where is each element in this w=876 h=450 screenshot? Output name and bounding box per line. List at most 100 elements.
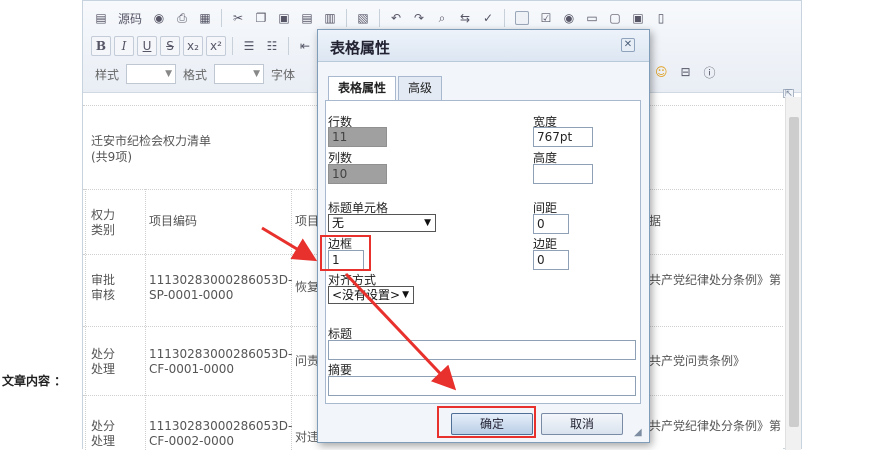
- height-input[interactable]: [533, 164, 593, 184]
- row-3-type: 处分 处理: [91, 419, 115, 449]
- table-title-line1: 迁安市纪检会权力清单: [91, 134, 212, 148]
- paste-icon[interactable]: ▣: [274, 8, 294, 28]
- width-input[interactable]: 767pt: [533, 127, 593, 147]
- row-2-code-line1: 11130283000286053D-: [149, 347, 293, 361]
- numbered-list-icon[interactable]: ☰: [239, 36, 259, 56]
- style-label: 样式: [95, 67, 120, 82]
- style-select[interactable]: ▼: [126, 64, 177, 84]
- annotation-highlight-border: [320, 235, 371, 271]
- strike-button[interactable]: S: [160, 36, 180, 56]
- scrollbar-thumb[interactable]: [789, 117, 799, 427]
- form-icon[interactable]: [511, 8, 533, 28]
- copy-icon[interactable]: ❐: [251, 8, 271, 28]
- cut-icon[interactable]: ✂: [228, 8, 248, 28]
- print-preview-icon[interactable]: ▧: [353, 8, 373, 28]
- header-type: 权力 类别: [91, 208, 115, 238]
- radio-icon[interactable]: ◉: [559, 8, 579, 28]
- smiley-icon[interactable]: ☺: [651, 62, 672, 82]
- italic-button[interactable]: I: [114, 36, 134, 56]
- textarea-icon[interactable]: ▢: [605, 8, 625, 28]
- subscript-button[interactable]: x₂: [183, 36, 203, 56]
- content-scrollbar[interactable]: [785, 97, 801, 450]
- superscript-button[interactable]: x²: [206, 36, 226, 56]
- page-break-icon[interactable]: ⊟: [676, 62, 696, 82]
- dialog-header[interactable]: 表格属性 ✕: [318, 30, 649, 62]
- hidden-field-icon[interactable]: ▯: [651, 8, 671, 28]
- paste-word-icon[interactable]: ▥: [320, 8, 340, 28]
- print-icon[interactable]: ⎙: [172, 8, 192, 28]
- row-3-code: 11130283000286053D- CF-0002-0000: [149, 419, 292, 449]
- table-border: [145, 189, 146, 450]
- article-content-label: 文章内容 ：: [2, 374, 67, 388]
- row-1-type: 审批 审核: [91, 273, 115, 303]
- dropdown-arrow-icon: ▼: [424, 218, 431, 228]
- header-cells-select[interactable]: 无 ▼: [328, 214, 436, 232]
- source-button[interactable]: 源码: [114, 8, 146, 28]
- row-2-type: 处分 处理: [91, 347, 115, 377]
- table-title: 迁安市纪检会权力清单 (共9项): [91, 133, 211, 165]
- row-1-type-line2: 审核: [91, 288, 116, 302]
- paste-text-icon[interactable]: ▤: [297, 8, 317, 28]
- toolbar-row-2: B I U S x₂ x² ☰ ☷ ⇤: [91, 34, 315, 58]
- toolbar-separator: [221, 9, 223, 27]
- rows-input[interactable]: 11: [328, 127, 387, 147]
- document-icon[interactable]: ▤: [91, 8, 111, 28]
- row-3-basis: 共产党纪律处分条例》第: [649, 419, 782, 433]
- outdent-icon[interactable]: ⇤: [295, 36, 315, 56]
- redo-icon[interactable]: ↷: [409, 8, 429, 28]
- toolbar-separator: [379, 9, 381, 27]
- caption-input[interactable]: [328, 340, 636, 360]
- toolbar-separator: [346, 9, 348, 27]
- header-name: 项目: [295, 214, 320, 228]
- toolbar-separator: [232, 37, 233, 55]
- row-3-type-line1: 处分: [91, 419, 116, 433]
- toolbar-separator: [504, 9, 506, 27]
- padding-input[interactable]: 0: [533, 250, 569, 270]
- header-type-line2: 类别: [91, 223, 116, 237]
- template-icon[interactable]: ▦: [195, 8, 215, 28]
- font-label: 字体: [271, 67, 296, 82]
- dialog-title: 表格属性: [330, 39, 391, 57]
- header-basis: 据: [649, 214, 662, 228]
- bold-button[interactable]: B: [91, 36, 111, 56]
- row-3-code-line1: 11130283000286053D-: [149, 419, 293, 433]
- resize-grip-icon[interactable]: ◢: [634, 427, 646, 439]
- row-2-basis: 共产党问责条例》: [649, 354, 746, 368]
- spellcheck-icon[interactable]: ✓: [478, 8, 498, 28]
- tab-advanced[interactable]: 高级: [398, 76, 443, 100]
- toolbar-separator: [288, 37, 289, 55]
- replace-icon[interactable]: ⇆: [455, 8, 475, 28]
- row-2-type-line2: 处理: [91, 362, 116, 376]
- close-icon[interactable]: ✕: [621, 38, 635, 52]
- format-select[interactable]: ▼: [214, 64, 265, 84]
- row-1-basis: 共产党纪律处分条例》第: [649, 273, 782, 287]
- textfield-icon[interactable]: ▭: [582, 8, 602, 28]
- undo-icon[interactable]: ↶: [386, 8, 406, 28]
- alignment-value: <没有设置>: [332, 288, 401, 302]
- row-2-name: 问责: [295, 354, 320, 368]
- alignment-select[interactable]: <没有设置> ▼: [328, 286, 414, 304]
- bulleted-list-icon[interactable]: ☷: [262, 36, 282, 56]
- toolbar-row-3: 样式 ▼ 格式 ▼ 字体: [91, 62, 299, 86]
- header-type-line1: 权力: [91, 208, 116, 222]
- spacing-input[interactable]: 0: [533, 214, 569, 234]
- about-icon[interactable]: ⓘ: [700, 62, 720, 82]
- row-2-code-line2: CF-0001-0000: [149, 362, 235, 376]
- preview-icon[interactable]: ◉: [149, 8, 169, 28]
- underline-button[interactable]: U: [137, 36, 157, 56]
- row-1-code-line2: SP-0001-0000: [149, 288, 234, 302]
- format-label: 格式: [183, 67, 208, 82]
- cancel-button[interactable]: 取消: [541, 413, 623, 435]
- summary-input[interactable]: [328, 376, 636, 396]
- checkbox-icon[interactable]: ☑: [536, 8, 556, 28]
- toolbar-row-1: ▤ 源码 ◉ ⎙ ▦ ✂ ❐ ▣ ▤ ▥ ▧ ↶ ↷ ⌕ ⇆ ✓ ☑ ◉ ▭ ▢…: [91, 6, 671, 30]
- cols-input[interactable]: 10: [328, 164, 387, 184]
- find-icon[interactable]: ⌕: [432, 8, 452, 28]
- row-1-code-line1: 11130283000286053D-: [149, 273, 293, 287]
- table-border: [291, 189, 292, 450]
- table-title-line2: (共9项): [91, 150, 132, 164]
- row-2-type-line1: 处分: [91, 347, 116, 361]
- image-button-icon[interactable]: ▣: [628, 8, 648, 28]
- toolbar-right-group: ☺ ⊟ ⓘ: [651, 62, 720, 82]
- tab-table-properties[interactable]: 表格属性: [328, 76, 397, 101]
